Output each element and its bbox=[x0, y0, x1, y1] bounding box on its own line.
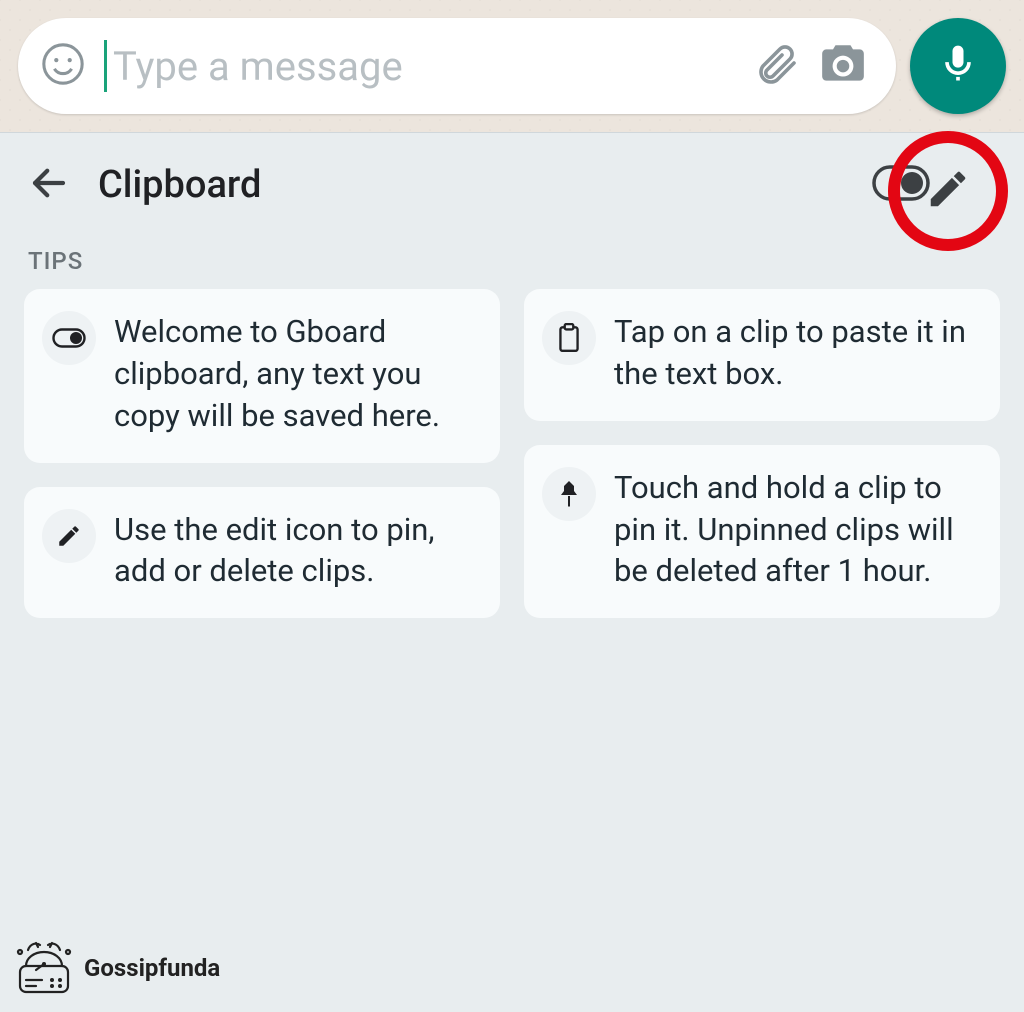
mic-icon bbox=[936, 42, 980, 90]
clipboard-title: Clipboard bbox=[98, 163, 844, 207]
tip-text: Welcome to Gboard clipboard, any text yo… bbox=[114, 311, 478, 437]
tips-col-left: Welcome to Gboard clipboard, any text yo… bbox=[24, 289, 500, 618]
tips-grid: Welcome to Gboard clipboard, any text yo… bbox=[0, 289, 1024, 618]
text-cursor bbox=[104, 40, 107, 92]
tip-pin[interactable]: Touch and hold a clip to pin it. Unpinne… bbox=[524, 445, 1000, 619]
edit-highlight-ring bbox=[888, 131, 1008, 251]
tip-tap[interactable]: Tap on a clip to paste it in the text bo… bbox=[524, 289, 1000, 421]
pin-icon bbox=[542, 467, 596, 521]
watermark-text: Gossipfunda bbox=[84, 954, 220, 982]
back-icon[interactable] bbox=[28, 162, 70, 208]
voice-message-button[interactable] bbox=[910, 18, 1006, 114]
tip-edit[interactable]: Use the edit icon to pin, add or delete … bbox=[24, 487, 500, 619]
camera-icon[interactable] bbox=[818, 39, 868, 93]
emoji-icon[interactable] bbox=[40, 41, 86, 91]
wa-input-row: Type a message bbox=[0, 0, 1024, 132]
watermark-logo-icon bbox=[14, 940, 74, 996]
clipboard-header: Clipboard bbox=[0, 133, 1024, 237]
message-input-container: Type a message bbox=[18, 18, 896, 114]
watermark: Gossipfunda bbox=[14, 940, 220, 996]
message-placeholder: Type a message bbox=[113, 43, 403, 90]
attachment-icon[interactable] bbox=[752, 40, 800, 92]
tip-text: Touch and hold a clip to pin it. Unpinne… bbox=[614, 467, 978, 593]
gboard-clipboard-panel: Clipboard TIPS bbox=[0, 132, 1024, 1012]
tips-section-label: TIPS bbox=[0, 237, 1024, 289]
tip-text: Tap on a clip to paste it in the text bo… bbox=[614, 311, 978, 395]
message-input[interactable]: Type a message bbox=[104, 36, 734, 96]
tip-text: Use the edit icon to pin, add or delete … bbox=[114, 509, 478, 593]
edit-icon[interactable] bbox=[925, 166, 971, 216]
pencil-icon bbox=[42, 509, 96, 563]
clipboard-icon bbox=[542, 311, 596, 365]
tip-welcome[interactable]: Welcome to Gboard clipboard, any text yo… bbox=[24, 289, 500, 463]
tips-col-right: Tap on a clip to paste it in the text bo… bbox=[524, 289, 1000, 618]
toggle-icon bbox=[42, 311, 96, 365]
